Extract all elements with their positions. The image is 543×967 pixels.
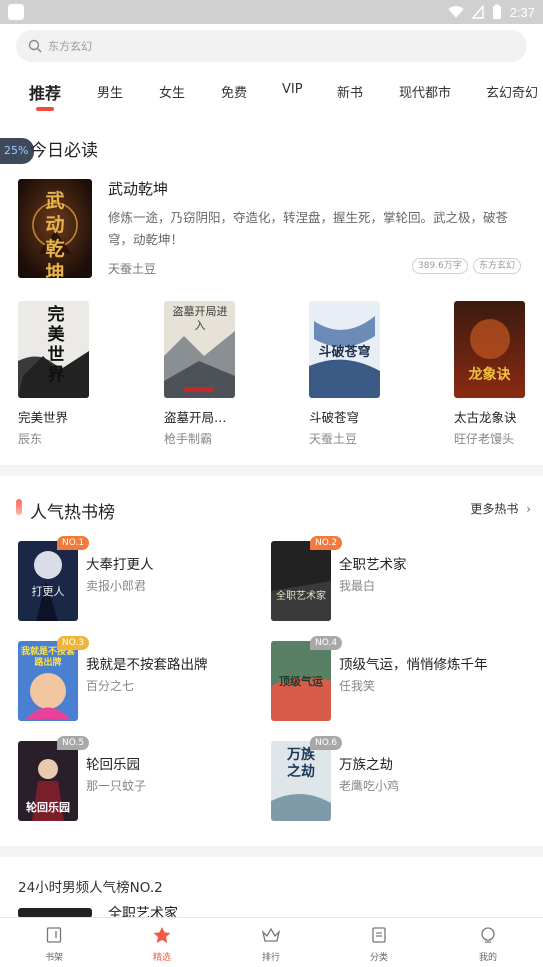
section-title-today: 今日必读 xyxy=(30,141,98,161)
book-author: 辰东 xyxy=(18,432,43,446)
tab-recommend[interactable]: 推荐 xyxy=(29,80,61,104)
search-placeholder: 东方玄幻 xyxy=(48,40,92,53)
rank-book-title: 大奉打更人 xyxy=(86,557,154,573)
cover-text: 盗墓开局进入 xyxy=(172,305,228,332)
rank-book-title: 我就是不按套路出牌 xyxy=(86,657,208,673)
nav-label: 我的 xyxy=(478,953,497,963)
status-bar: 2:37 xyxy=(0,0,543,24)
rank-book-title: 轮回乐园 xyxy=(86,757,140,773)
tab-male[interactable]: 男生 xyxy=(97,82,123,101)
rank-badge: NO.6 xyxy=(310,736,343,750)
rank-book-author: 百分之七 xyxy=(86,679,135,693)
word-count-tag: 389.6万字 xyxy=(412,258,468,274)
rank-book-title: 顶级气运，悄悄修炼千年 xyxy=(339,657,488,673)
book-cover[interactable]: 完美世界 xyxy=(18,301,89,398)
category-icon xyxy=(372,927,386,943)
book-cover[interactable]: 龙象诀 xyxy=(454,301,525,398)
floating-progress-badge[interactable]: 25% xyxy=(0,138,34,164)
section-title-24h: 24小时男频人气榜NO.2 xyxy=(18,880,163,896)
active-tab-indicator xyxy=(36,107,54,111)
book-title[interactable]: 斗破苍穹 xyxy=(309,407,359,426)
nav-label: 书架 xyxy=(44,953,63,963)
cover-text: 万族之劫 xyxy=(287,747,315,780)
book-author: 旺仔老馒头 xyxy=(454,432,515,446)
book-author: 枪手制霸 xyxy=(164,432,213,446)
rank-badge: NO.1 xyxy=(57,536,90,550)
book-title[interactable]: 盗墓开局… xyxy=(164,407,227,426)
book-cover[interactable]: 打更人 xyxy=(18,541,78,621)
tab-female[interactable]: 女生 xyxy=(159,82,185,101)
book-icon xyxy=(46,927,62,943)
signal-icon xyxy=(471,5,484,19)
book-title[interactable]: 太古龙象诀 xyxy=(454,407,517,426)
wifi-icon xyxy=(448,6,464,18)
cover-text: 武动乾坤 xyxy=(45,190,65,278)
tab-vip[interactable]: VIP xyxy=(282,82,303,97)
rank-book-author: 老鹰吃小鸡 xyxy=(339,779,400,793)
featured-book-title: 武动乾坤 xyxy=(108,180,169,198)
rank-book-author: 我最白 xyxy=(339,579,376,593)
cover-text: 顶级气运 xyxy=(279,675,323,688)
cover-text: 打更人 xyxy=(31,585,65,598)
tab-new[interactable]: 新书 xyxy=(337,82,363,101)
book-cover[interactable]: 武动乾坤 xyxy=(18,179,92,278)
book-cover[interactable]: 盗墓开局进入 xyxy=(164,301,235,398)
book-title[interactable]: 完美世界 xyxy=(18,407,68,426)
battery-icon xyxy=(492,4,501,19)
section-divider xyxy=(0,846,543,857)
search-icon xyxy=(28,39,42,53)
cover-text: 轮回乐园 xyxy=(26,801,70,814)
status-time: 2:37 xyxy=(509,4,535,20)
star-icon xyxy=(153,927,171,943)
crown-icon xyxy=(261,927,281,942)
profile-icon xyxy=(481,927,495,943)
rank-book-author: 任我笑 xyxy=(339,679,376,693)
nav-bookshelf[interactable]: 书架 xyxy=(24,926,84,963)
cover-text: 龙象诀 xyxy=(468,367,511,383)
cover-text: 全职艺术家 xyxy=(276,591,326,602)
rank-badge: NO.5 xyxy=(57,736,90,750)
cover-text: 完美世界 xyxy=(47,305,65,385)
genre-tag: 东方玄幻 xyxy=(473,258,522,274)
nav-label: 精选 xyxy=(152,953,171,963)
nav-category[interactable]: 分类 xyxy=(349,926,409,963)
more-hot-books-link[interactable]: 更多热书 › xyxy=(470,500,531,517)
nav-profile[interactable]: 我的 xyxy=(458,926,518,963)
rank-badge: NO.3 xyxy=(57,636,90,650)
nav-ranking[interactable]: 排行 xyxy=(241,926,301,963)
nav-label: 排行 xyxy=(261,953,280,963)
tab-urban[interactable]: 现代都市 xyxy=(399,82,451,101)
section-divider xyxy=(0,465,543,476)
cover-text: 我就是不按套路出牌 xyxy=(21,647,76,668)
featured-book-author: 天蚕土豆 xyxy=(108,262,157,276)
rank-book-title: 万族之劫 xyxy=(339,757,393,773)
cover-text: 斗破苍穹 xyxy=(318,345,371,360)
book-cover[interactable]: 顶级气运 xyxy=(271,641,331,721)
book-cover[interactable]: 万族之劫 xyxy=(271,741,331,821)
tab-free[interactable]: 免费 xyxy=(221,82,247,101)
book-cover[interactable]: 轮回乐园 xyxy=(18,741,78,821)
tab-fantasy[interactable]: 玄幻奇幻 xyxy=(486,82,538,101)
book-cover[interactable]: 斗破苍穹 xyxy=(309,301,380,398)
bottom-nav: 书架 精选 排行 分类 我的 xyxy=(0,917,543,967)
rank-badge: NO.2 xyxy=(310,536,343,550)
book-cover[interactable]: 全职艺术家 xyxy=(271,541,331,621)
notification-app-icon xyxy=(8,4,24,20)
rank-book-author: 卖报小郎君 xyxy=(86,579,147,593)
rank-badge: NO.4 xyxy=(310,636,343,650)
category-tabs: 推荐 男生 女生 免费 VIP 新书 现代都市 玄幻奇幻 xyxy=(0,76,543,116)
rank-book-author: 那一只蚊子 xyxy=(86,779,147,793)
book-cover[interactable]: 我就是不按套路出牌 xyxy=(18,641,78,721)
section-marker xyxy=(16,499,22,515)
section-title-hot: 人气热书榜 xyxy=(30,503,115,523)
nav-featured[interactable]: 精选 xyxy=(132,926,192,963)
featured-book-desc: 修炼一途，乃窃阴阳，夺造化，转涅盘，握生死，掌轮回。武之极，破苍穹，动乾坤！ xyxy=(108,210,509,247)
nav-label: 分类 xyxy=(369,953,388,963)
rank-book-title: 全职艺术家 xyxy=(339,557,407,573)
book-author: 天蚕土豆 xyxy=(309,432,358,446)
search-input[interactable]: 东方玄幻 xyxy=(16,30,527,62)
chevron-right-icon: › xyxy=(526,502,531,516)
more-label: 更多热书 xyxy=(470,502,519,516)
